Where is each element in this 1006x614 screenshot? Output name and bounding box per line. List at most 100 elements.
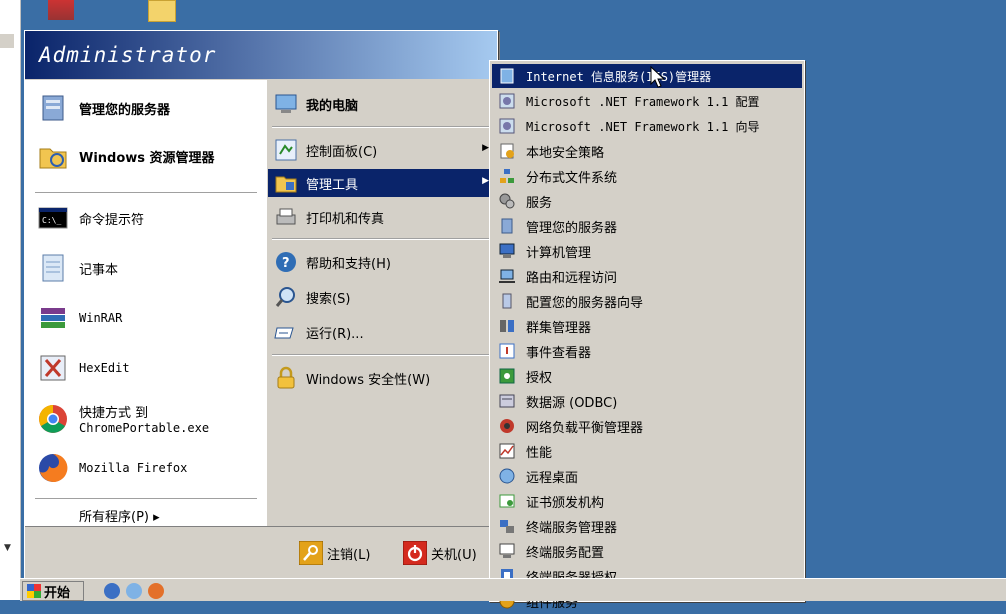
windows-flag-icon — [27, 584, 41, 598]
submenu-item-net-wizard[interactable]: Microsoft .NET Framework 1.1 向导 — [492, 114, 802, 138]
all-programs-button[interactable]: 所有程序(P) ▸ — [79, 504, 160, 526]
quicklaunch-ie-icon[interactable] — [126, 583, 142, 599]
start-label: 开始 — [44, 585, 71, 601]
menu-item-control-panel[interactable]: 控制面板(C) ▶ — [268, 136, 497, 164]
desktop-shortcut-icon[interactable] — [48, 0, 74, 20]
chevron-right-icon: ▶ — [482, 143, 489, 153]
submenu-item-net-config[interactable]: Microsoft .NET Framework 1.1 配置 — [492, 89, 802, 113]
logoff-label: 注销(L) — [327, 547, 371, 563]
menu-item-my-computer[interactable]: 我的电脑 — [268, 90, 497, 118]
submenu-label: 配置您的服务器向导 — [526, 295, 644, 311]
separator — [272, 238, 492, 240]
taskbar: 开始 — [20, 578, 1006, 601]
terminal-config-icon — [498, 542, 516, 560]
menu-item-label: 快捷方式 到 — [79, 406, 149, 421]
submenu-label: 管理您的服务器 — [526, 220, 618, 236]
submenu-label: 授权 — [526, 370, 553, 386]
menu-item-label: 打印机和传真 — [306, 211, 385, 227]
menu-item-label: 管理工具 — [306, 177, 359, 193]
database-icon — [498, 392, 516, 410]
submenu-label: 路由和远程访问 — [526, 270, 618, 286]
menu-item-explorer[interactable]: Windows 资源管理器 — [37, 140, 215, 172]
net-framework-icon — [498, 92, 516, 110]
iis-icon — [498, 67, 516, 85]
server-manager-icon — [37, 92, 69, 124]
menu-item-security[interactable]: Windows 安全性(W) — [268, 364, 497, 392]
submenu-item-configure-server-wizard[interactable]: 配置您的服务器向导 — [492, 289, 802, 313]
menu-item-label: 帮助和支持(H) — [306, 256, 391, 272]
separator — [35, 498, 257, 500]
menu-item-admin-tools[interactable]: 管理工具 ▶ — [268, 169, 497, 197]
submenu-label: 分布式文件系统 — [526, 170, 618, 186]
menu-item-label: 运行(R)... — [306, 326, 364, 342]
my-computer-icon — [274, 92, 298, 116]
submenu-label: 数据源 (ODBC) — [526, 395, 618, 411]
help-icon: ? — [274, 250, 298, 274]
padlock-icon — [274, 366, 298, 390]
submenu-label: 远程桌面 — [526, 470, 579, 486]
submenu-item-computer-management[interactable]: 计算机管理 — [492, 239, 802, 263]
scroll-grip[interactable] — [0, 34, 14, 48]
quicklaunch-firefox-icon[interactable] — [148, 583, 164, 599]
submenu-item-certificate-authority[interactable]: 证书颁发机构 — [492, 489, 802, 513]
submenu-item-odbc[interactable]: 数据源 (ODBC) — [492, 389, 802, 413]
all-programs-label: 所有程序(P) ▸ — [79, 509, 160, 525]
submenu-item-remote-desktop[interactable]: 远程桌面 — [492, 464, 802, 488]
shutdown-label: 关机(U) — [431, 547, 477, 563]
submenu-label: Internet 信息服务(IIS)管理器 — [526, 69, 712, 84]
cluster-icon — [498, 317, 516, 335]
submenu-item-manage-server[interactable]: 管理您的服务器 — [492, 214, 802, 238]
submenu-item-cluster[interactable]: 群集管理器 — [492, 314, 802, 338]
menu-item-chrome[interactable]: 快捷方式 到 ChromePortable.exe — [37, 402, 209, 435]
menu-item-label: 记事本 — [79, 262, 119, 278]
submenu-item-local-security-policy[interactable]: 本地安全策略 — [492, 139, 802, 163]
menu-item-notepad[interactable]: 记事本 — [37, 252, 118, 284]
menu-item-label: 我的电脑 — [306, 98, 359, 114]
menu-item-run[interactable]: 运行(R)... — [268, 318, 497, 346]
menu-item-firefox[interactable]: Mozilla Firefox — [37, 452, 187, 484]
submenu-item-nlb[interactable]: 网络负载平衡管理器 — [492, 414, 802, 438]
submenu-label: 网络负载平衡管理器 — [526, 420, 644, 436]
menu-item-help[interactable]: ? 帮助和支持(H) — [268, 248, 497, 276]
notepad-icon — [37, 252, 69, 284]
menu-item-cmd[interactable]: C:\_ 命令提示符 — [37, 202, 144, 234]
gears-icon — [498, 192, 516, 210]
user-name: Administrator — [39, 43, 217, 67]
menu-item-winrar[interactable]: WinRAR — [37, 302, 122, 334]
terminal-services-icon — [498, 517, 516, 535]
net-framework-icon — [498, 117, 516, 135]
submenu-label: 计算机管理 — [526, 245, 592, 261]
remote-desktop-icon — [498, 467, 516, 485]
separator — [272, 354, 492, 356]
submenu-item-performance[interactable]: 性能 — [492, 439, 802, 463]
submenu-item-terminal-services-manager[interactable]: 终端服务管理器 — [492, 514, 802, 538]
submenu-label: 终端服务管理器 — [526, 520, 618, 536]
submenu-label: 服务 — [526, 195, 553, 211]
svg-text:?: ? — [282, 256, 290, 271]
dropdown-arrow-icon[interactable]: ▼ — [4, 543, 11, 553]
menu-item-search[interactable]: 搜索(S) — [268, 283, 497, 311]
submenu-item-services[interactable]: 服务 — [492, 189, 802, 213]
submenu-item-dfs[interactable]: 分布式文件系统 — [492, 164, 802, 188]
chevron-right-icon: ▶ — [482, 176, 489, 186]
network-balance-icon — [498, 417, 516, 435]
menu-item-printers[interactable]: 打印机和传真 — [268, 203, 497, 231]
start-button[interactable]: 开始 — [22, 581, 84, 601]
quicklaunch-desktop-icon[interactable] — [104, 583, 120, 599]
submenu-label: 证书颁发机构 — [526, 495, 605, 511]
start-menu-header: Administrator — [25, 31, 497, 79]
shutdown-button[interactable]: 关机(U) — [402, 540, 477, 566]
submenu-item-event-viewer[interactable]: 事件查看器 — [492, 339, 802, 363]
security-policy-icon — [498, 142, 516, 160]
logoff-button[interactable]: 注销(L) — [298, 540, 371, 566]
menu-item-server-manager[interactable]: 管理您的服务器 — [37, 92, 170, 124]
submenu-label: 性能 — [526, 445, 553, 461]
submenu-item-licensing[interactable]: 授权 — [492, 364, 802, 388]
certificate-icon — [498, 492, 516, 510]
submenu-item-terminal-services-config[interactable]: 终端服务配置 — [492, 539, 802, 563]
submenu-item-routing[interactable]: 路由和远程访问 — [492, 264, 802, 288]
menu-item-hexedit[interactable]: HexEdit — [37, 352, 130, 384]
desktop-folder-icon[interactable] — [148, 0, 176, 22]
submenu-item-iis[interactable]: Internet 信息服务(IIS)管理器 — [492, 64, 802, 88]
admin-tools-icon — [274, 171, 298, 195]
